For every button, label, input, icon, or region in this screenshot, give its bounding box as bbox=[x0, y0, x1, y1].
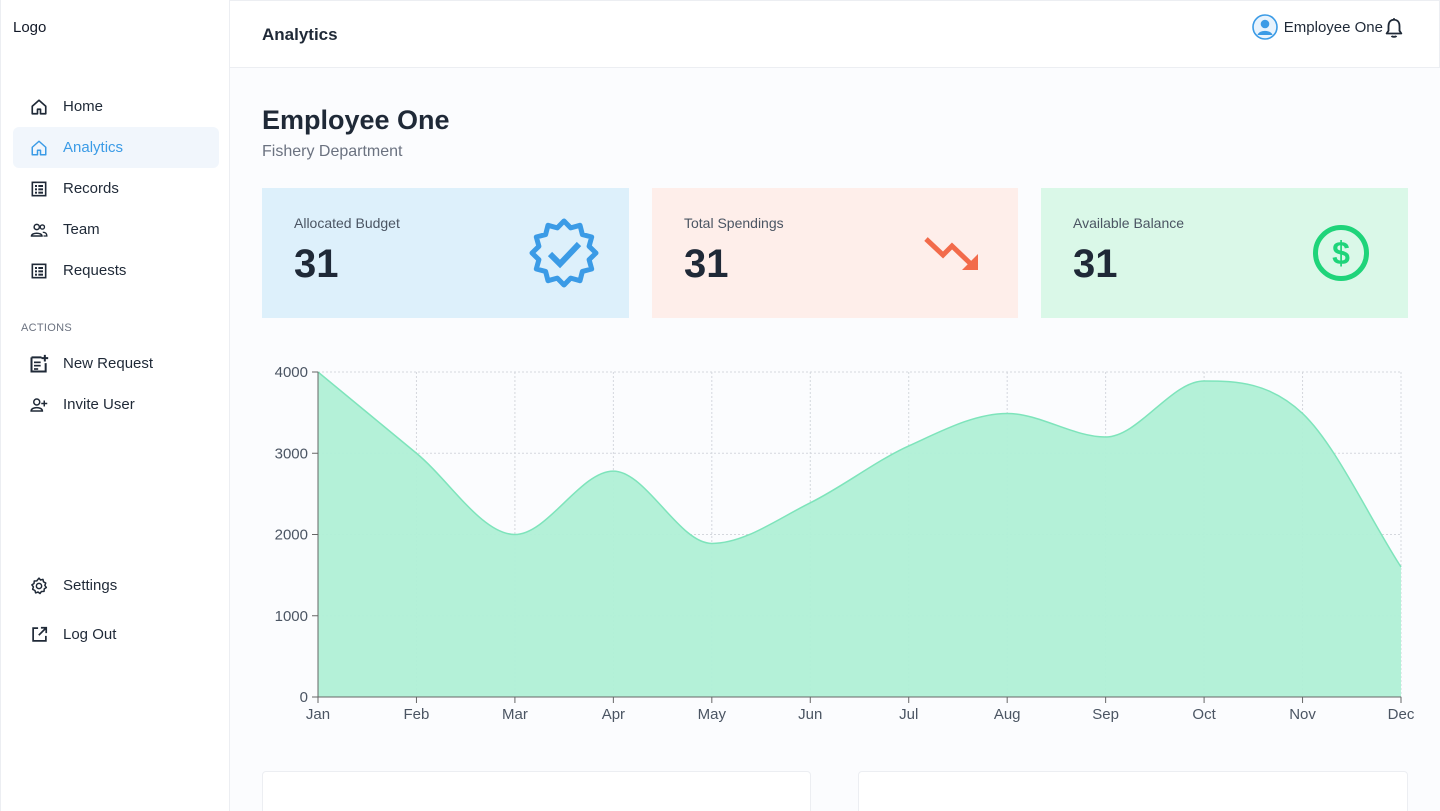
card-label: Allocated Budget bbox=[294, 215, 400, 231]
list-icon bbox=[29, 261, 49, 281]
sidebar-item-label: Requests bbox=[63, 262, 127, 279]
page-title: Employee One bbox=[262, 105, 450, 135]
top-header: Analytics Employee One bbox=[230, 0, 1440, 68]
note-add-icon bbox=[29, 354, 49, 374]
x-tick-label: Jan bbox=[306, 706, 330, 723]
sidebar-item-requests[interactable]: Requests bbox=[13, 250, 219, 291]
y-tick-label: 0 bbox=[300, 689, 308, 706]
people-icon bbox=[29, 220, 49, 240]
gear-icon bbox=[29, 576, 49, 596]
x-tick-label: Mar bbox=[502, 706, 528, 723]
y-tick-label: 2000 bbox=[275, 527, 308, 544]
avatar bbox=[1251, 14, 1278, 40]
total-spendings-card: Total Spendings 31 bbox=[652, 188, 1018, 318]
x-tick-label: Feb bbox=[404, 706, 430, 723]
svg-text:$: $ bbox=[1332, 235, 1350, 271]
sidebar-item-label: Team bbox=[63, 221, 100, 238]
home-outline-icon bbox=[29, 138, 49, 158]
bell-icon[interactable] bbox=[1383, 17, 1405, 39]
person-add-icon bbox=[29, 395, 49, 415]
card-label: Available Balance bbox=[1073, 215, 1185, 231]
sidebar-item-label: Invite User bbox=[63, 396, 135, 413]
log-out-button[interactable]: Log Out bbox=[13, 614, 219, 655]
x-tick-label: Oct bbox=[1192, 706, 1216, 723]
x-tick-label: May bbox=[698, 706, 727, 723]
sidebar-item-label: Log Out bbox=[63, 626, 117, 643]
x-tick-label: Apr bbox=[602, 706, 625, 723]
settings-button[interactable]: Settings bbox=[13, 565, 219, 606]
available-balance-card: Available Balance 31 $ bbox=[1041, 188, 1408, 318]
y-tick-label: 3000 bbox=[275, 445, 308, 462]
allocated-budget-card: Allocated Budget 31 bbox=[262, 188, 629, 318]
x-tick-label: Sep bbox=[1092, 706, 1119, 723]
page-subtitle: Fishery Department bbox=[262, 143, 403, 160]
sidebar-item-team[interactable]: Team bbox=[13, 209, 219, 250]
card-value: 31 bbox=[1073, 242, 1118, 286]
user-name: Employee One bbox=[1283, 18, 1383, 36]
sidebar-item-label: Home bbox=[63, 98, 104, 115]
logo: Logo bbox=[13, 19, 47, 36]
sidebar-item-records[interactable]: Records bbox=[13, 168, 219, 209]
invite-user-button[interactable]: Invite User bbox=[13, 384, 219, 425]
sidebar-item-label: Settings bbox=[63, 577, 118, 594]
sidebar-item-analytics[interactable]: Analytics bbox=[13, 127, 219, 168]
sidebar-item-label: Analytics bbox=[63, 139, 124, 156]
area-series bbox=[318, 372, 1401, 697]
new-request-button[interactable]: New Request bbox=[13, 343, 219, 384]
y-tick-label: 1000 bbox=[275, 608, 308, 625]
x-tick-label: Dec bbox=[1388, 706, 1415, 723]
header-title: Analytics bbox=[262, 25, 338, 44]
card-value: 31 bbox=[294, 242, 339, 286]
x-tick-label: Jul bbox=[899, 706, 918, 723]
user-menu[interactable]: Employee One bbox=[1251, 14, 1383, 40]
area-chart: 0 1000 2000 3000 4000 Jan Feb Mar Apr May Jun Jul Au… bbox=[275, 364, 1415, 723]
x-tick-label: Aug bbox=[994, 706, 1021, 723]
bottom-panel-left bbox=[262, 771, 811, 811]
card-value: 31 bbox=[684, 242, 729, 286]
list-icon bbox=[29, 179, 49, 199]
dollar-circle-icon: $ bbox=[1313, 225, 1369, 281]
sidebar-item-home[interactable]: Home bbox=[13, 86, 219, 127]
sidebar-item-label: New Request bbox=[63, 355, 154, 372]
sidebar-item-label: Records bbox=[63, 180, 119, 197]
bottom-panel-right bbox=[858, 771, 1408, 811]
card-label: Total Spendings bbox=[684, 215, 784, 231]
sidebar: Logo Home Analytics Records Team Request… bbox=[0, 0, 230, 811]
external-link-icon bbox=[29, 625, 49, 645]
actions-section-label: ACTIONS bbox=[21, 322, 72, 334]
home-icon bbox=[29, 97, 49, 117]
x-tick-label: Nov bbox=[1289, 706, 1316, 723]
y-tick-label: 4000 bbox=[275, 364, 308, 381]
trending-down-icon bbox=[924, 237, 978, 270]
x-tick-label: Jun bbox=[798, 706, 822, 723]
verified-badge-icon bbox=[529, 218, 599, 288]
